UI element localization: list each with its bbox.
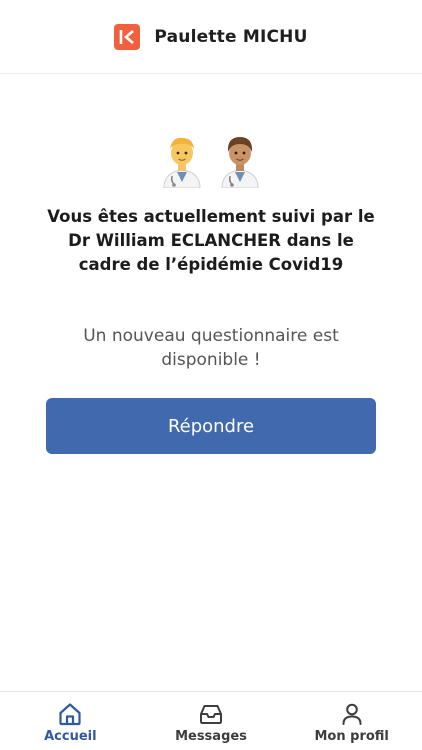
home-icon	[59, 703, 81, 726]
tab-label: Mon profil	[314, 729, 389, 744]
brand-logo-icon	[114, 23, 141, 50]
tab-label: Messages	[175, 729, 247, 744]
followed-text-line: Dr William ECLANCHER dans le	[68, 231, 354, 250]
tab-label: Accueil	[44, 729, 97, 744]
new-questionnaire-notice: Un nouveau questionnaire est disponible …	[40, 324, 382, 372]
tab-messages[interactable]: Messages	[141, 692, 282, 750]
doctor-man-icon	[163, 137, 201, 188]
app-header: Paulette MICHU	[0, 0, 422, 74]
bottom-tab-bar: Accueil Messages Mon profil	[0, 691, 422, 750]
followed-text-line: Vous êtes actuellement suivi par le	[47, 207, 375, 226]
doctors-illustration	[0, 132, 422, 190]
page-title: Paulette MICHU	[154, 26, 308, 47]
notice-line: Un nouveau questionnaire est	[83, 326, 339, 346]
user-icon	[342, 703, 362, 725]
followed-by-doctor-text: Vous êtes actuellement suivi par le Dr W…	[40, 205, 382, 277]
answer-button[interactable]: Répondre	[46, 398, 376, 454]
notice-line: disponible !	[161, 350, 261, 370]
tab-mon-profil[interactable]: Mon profil	[281, 692, 422, 750]
doctor-person-icon	[221, 137, 259, 188]
inbox-icon	[200, 705, 222, 724]
tab-accueil[interactable]: Accueil	[0, 692, 141, 750]
followed-text-line: cadre de l’épidémie Covid19	[78, 255, 344, 274]
